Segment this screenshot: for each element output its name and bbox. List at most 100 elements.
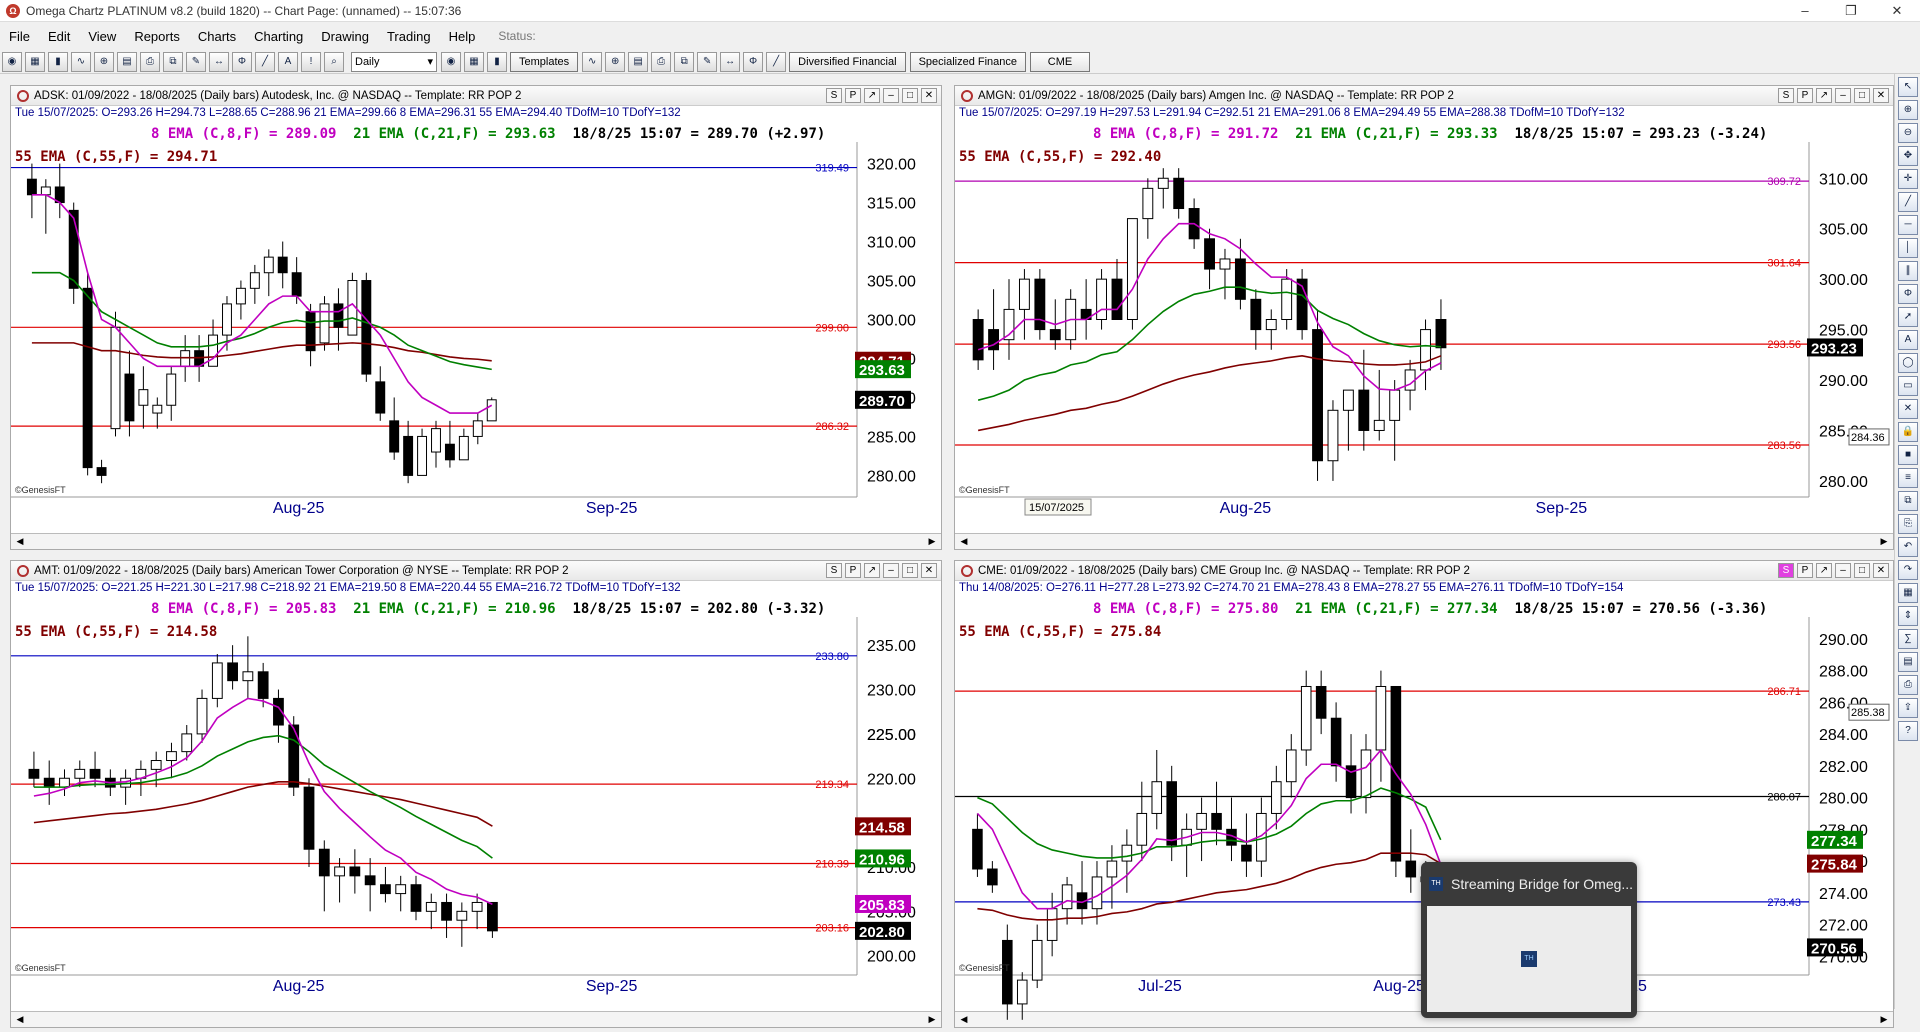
chart-pane[interactable]: AMGN: 01/09/2022 - 18/08/2025 (Daily bar… [954,85,1894,550]
horizontal-scrollbar[interactable]: ◀ ▶ [955,533,1893,549]
pan-icon[interactable]: ✥ [1898,146,1918,166]
chart-pane[interactable]: ADSK: 01/09/2022 - 18/08/2025 (Daily bar… [10,85,942,550]
zoom-out-icon[interactable]: ⊖ [1898,123,1918,143]
grid-icon[interactable]: ▤ [117,51,137,72]
trend-icon[interactable]: ╱ [255,51,275,72]
minimize-icon[interactable]: – [1782,0,1828,22]
line-icon[interactable]: ∿ [582,51,603,72]
trend-icon[interactable]: ╱ [766,51,787,72]
period-select[interactable]: Daily [351,51,437,72]
line-icon[interactable]: ∿ [71,51,91,72]
close-icon[interactable]: ✕ [921,88,937,103]
pointer-icon[interactable]: ↖ [1898,77,1918,97]
horizontal-scrollbar[interactable]: ◀ ▶ [11,533,941,549]
ruler-icon[interactable]: ↔ [720,51,741,72]
pencil-icon[interactable]: ✎ [186,51,206,72]
grid-icon[interactable]: ▤ [628,51,649,72]
s-button[interactable]: S [1778,88,1794,103]
indicator-icon[interactable]: ∑ [1898,629,1918,649]
minimize-icon[interactable]: – [883,563,899,578]
text-icon[interactable]: A [278,51,298,72]
scroll-left-icon[interactable]: ◀ [13,1013,27,1026]
menu-help[interactable]: Help [440,29,485,44]
scroll-left-icon[interactable]: ◀ [13,535,27,548]
template-icon[interactable]: ▤ [1898,652,1918,672]
chart-icon[interactable]: ◉ [441,51,461,72]
menu-edit[interactable]: Edit [39,29,79,44]
ellipse-icon[interactable]: ◯ [1898,353,1918,373]
paste-icon[interactable]: ⎘ [1898,514,1918,534]
p-button[interactable]: P [845,563,861,578]
bar-icon[interactable]: ▦ [464,51,484,72]
detach-icon[interactable]: ↗ [864,563,880,578]
menu-charting[interactable]: Charting [245,29,312,44]
print-icon[interactable]: ⎙ [140,51,160,72]
print-icon[interactable]: ⎙ [651,51,672,72]
style-icon[interactable]: ≡ [1898,468,1918,488]
minimize-icon[interactable]: – [1835,88,1851,103]
notification-popup[interactable]: TH Streaming Bridge for Omeg... TH [1421,862,1637,1018]
s-button[interactable]: S [826,563,842,578]
alert-icon[interactable]: ! [301,51,321,72]
maximize-icon[interactable]: □ [1854,88,1870,103]
redo-icon[interactable]: ↷ [1898,560,1918,580]
fib-icon[interactable]: Φ [232,51,252,72]
help-icon[interactable]: ? [1898,721,1918,741]
candle-icon[interactable]: ▮ [48,51,68,72]
close-icon[interactable]: ✕ [1873,88,1889,103]
scroll-right-icon[interactable]: ▶ [925,1013,939,1026]
detach-icon[interactable]: ↗ [1816,88,1832,103]
tab-specialized-finance[interactable]: Specialized Finance [909,51,1027,72]
minimize-icon[interactable]: – [883,88,899,103]
zoom-icon[interactable]: ⊕ [94,51,114,72]
chart-icon[interactable]: ◉ [2,51,22,72]
color-icon[interactable]: ■ [1898,445,1918,465]
p-button[interactable]: P [845,88,861,103]
copy-icon[interactable]: ⧉ [163,51,183,72]
scroll-left-icon[interactable]: ◀ [957,535,971,548]
menu-view[interactable]: View [79,29,125,44]
pencil-icon[interactable]: ✎ [697,51,718,72]
trendline-icon[interactable]: ╱ [1898,192,1918,212]
close-icon[interactable]: ✕ [1874,0,1920,22]
scroll-right-icon[interactable]: ▶ [925,535,939,548]
rect-icon[interactable]: ▭ [1898,376,1918,396]
export-icon[interactable]: ⇪ [1898,698,1918,718]
arrow-icon[interactable]: ➚ [1898,307,1918,327]
detach-icon[interactable]: ↗ [864,88,880,103]
bar-icon[interactable]: ▦ [25,51,45,72]
candle-icon[interactable]: ▮ [487,51,507,72]
fib-icon[interactable]: Φ [743,51,764,72]
restore-icon[interactable]: ❐ [1828,0,1874,22]
copy-icon[interactable]: ⧉ [1898,491,1918,511]
fib-icon[interactable]: Φ [1898,284,1918,304]
s-button[interactable]: S [826,88,842,103]
lock-icon[interactable]: 🔒 [1898,422,1918,442]
templates-button[interactable]: Templates [510,51,579,72]
menu-reports[interactable]: Reports [125,29,189,44]
menu-drawing[interactable]: Drawing [312,29,378,44]
zoom-icon[interactable]: ⊕ [605,51,626,72]
delete-icon[interactable]: ✕ [1898,399,1918,419]
scale-icon[interactable]: ⇕ [1898,606,1918,626]
zoom-in-icon[interactable]: ⊕ [1898,100,1918,120]
scroll-right-icon[interactable]: ▶ [1877,535,1891,548]
chart-pane[interactable]: AMT: 01/09/2022 - 18/08/2025 (Daily bars… [10,560,942,1028]
maximize-icon[interactable]: □ [902,88,918,103]
horizontal-scrollbar[interactable]: ◀ ▶ [11,1011,941,1027]
channel-icon[interactable]: ∥ [1898,261,1918,281]
scan-icon[interactable]: ⌕ [324,51,344,72]
s-button[interactable]: S [1778,563,1794,578]
ruler-icon[interactable]: ↔ [209,51,229,72]
menu-trading[interactable]: Trading [378,29,440,44]
tab-cme[interactable]: CME [1030,51,1091,72]
maximize-icon[interactable]: □ [902,563,918,578]
scroll-left-icon[interactable]: ◀ [957,1013,971,1026]
text-icon[interactable]: A [1898,330,1918,350]
menu-charts[interactable]: Charts [189,29,245,44]
crosshair-icon[interactable]: ✛ [1898,169,1918,189]
p-button[interactable]: P [1797,563,1813,578]
tab-diversified-financial[interactable]: Diversified Financial [789,51,906,72]
minimize-icon[interactable]: – [1835,563,1851,578]
undo-icon[interactable]: ↶ [1898,537,1918,557]
